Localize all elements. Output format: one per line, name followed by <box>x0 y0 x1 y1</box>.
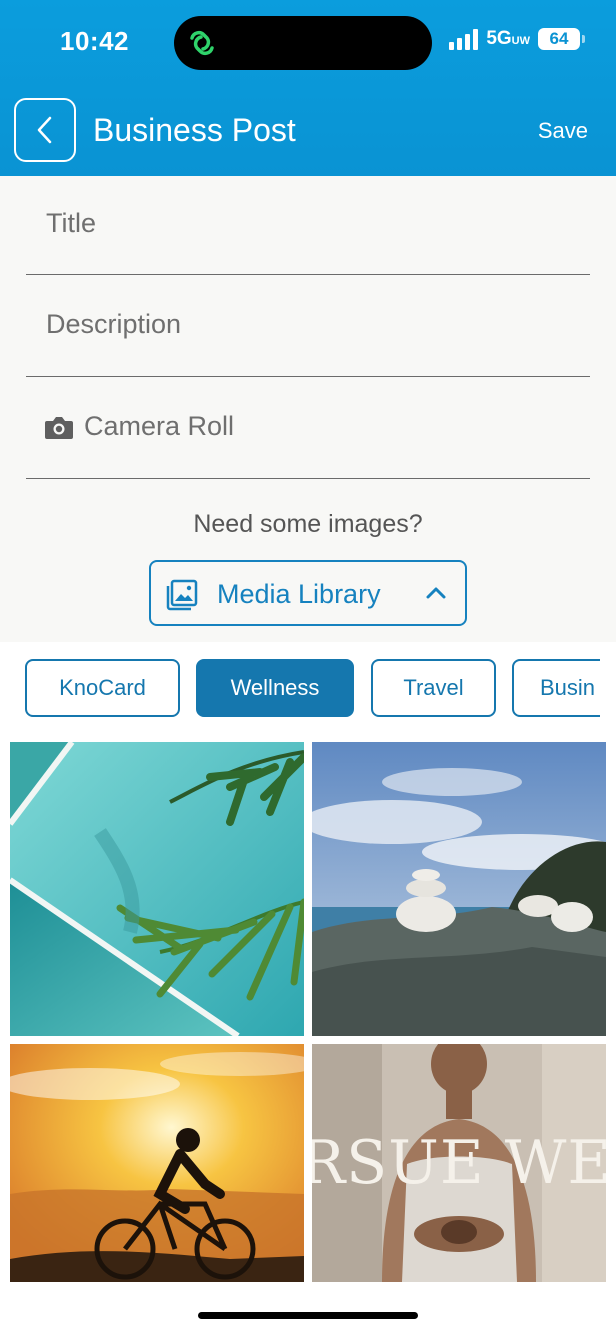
page-title: Business Post <box>93 112 296 148</box>
status-indicators: 5GUW 64 <box>449 28 585 50</box>
sunset-cyclist-image[interactable] <box>10 1044 304 1282</box>
save-button[interactable]: Save <box>538 118 588 144</box>
dynamic-island <box>174 16 432 70</box>
pursue-wellness-image[interactable]: RSUE WELLNE <box>312 1044 606 1282</box>
status-time: 10:42 <box>60 26 129 56</box>
image-gallery-icon <box>166 579 198 611</box>
stacked-stones-image[interactable] <box>312 742 606 1036</box>
chip-wellness[interactable]: Wellness <box>196 659 354 717</box>
category-chips: KnoCard Wellness Travel Busin <box>0 642 600 738</box>
description-placeholder: Description <box>46 309 182 339</box>
app-header: 10:42 5GUW 64 Business Post Save <box>0 0 616 176</box>
chip-travel[interactable]: Travel <box>371 659 496 717</box>
chevron-left-icon <box>37 116 52 144</box>
camera-icon <box>45 417 73 439</box>
image-overlay-text: RSUE WELLNE <box>312 1128 606 1198</box>
pool-palm-image[interactable] <box>10 742 304 1036</box>
back-button[interactable] <box>14 98 76 162</box>
network-label: 5GUW <box>486 28 530 49</box>
signal-icon <box>449 28 479 50</box>
link-icon <box>190 30 214 56</box>
title-placeholder: Title <box>46 208 97 238</box>
media-prompt: Need some images? <box>193 510 423 538</box>
chip-knocard[interactable]: KnoCard <box>25 659 180 717</box>
camera-roll-button[interactable]: Camera Roll <box>26 377 590 479</box>
battery-icon: 64 <box>538 28 585 50</box>
chip-business[interactable]: Busin <box>512 659 600 717</box>
chevron-up-icon <box>426 587 446 599</box>
media-library-label: Media Library <box>217 579 381 609</box>
description-field[interactable]: Description <box>26 275 590 377</box>
home-indicator <box>198 1312 418 1319</box>
post-form: Title Description Camera Roll Need some … <box>0 176 616 642</box>
media-library-button[interactable]: Media Library <box>149 560 467 626</box>
title-field[interactable]: Title <box>26 176 590 275</box>
camera-roll-label: Camera Roll <box>84 411 235 441</box>
